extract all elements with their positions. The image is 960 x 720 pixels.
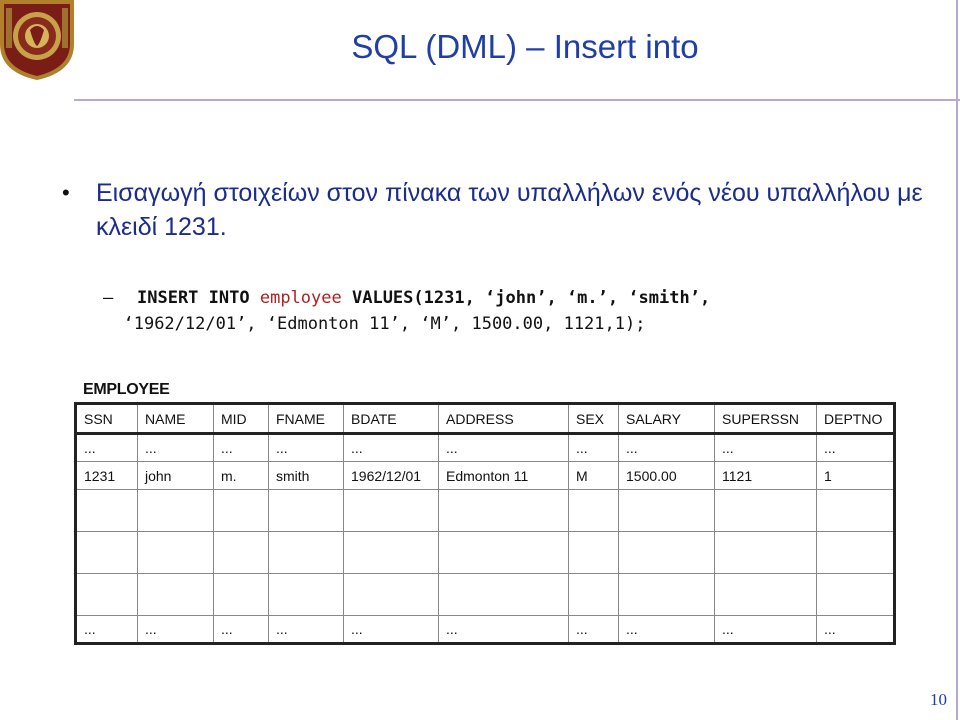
table-cell [618,573,715,616]
column-header: NAME [137,403,214,435]
column-header: SALARY [618,403,715,435]
table-cell: m. [213,461,269,490]
table-cell: ... [343,615,439,644]
table-cell [568,489,619,532]
table-cell: 1962/12/01 [343,461,439,490]
column-header: SUPERSSN [714,403,817,435]
table-cell [137,573,214,616]
table-cell: 1121 [714,461,817,490]
column-header: BDATE [343,403,439,435]
table-cell [568,531,619,574]
sql-values-line2: ‘1962/12/01’, ‘Edmonton 11’, ‘M’, 1500.0… [123,314,646,334]
table-cell [213,489,269,532]
table-cell: 1231 [75,461,138,490]
table-cell [268,531,344,574]
table-cell: ... [438,433,569,462]
table-cell [75,531,138,574]
table-row: ... ... ... ... ... ... ... ... ... ... [75,433,895,462]
table-cell [343,489,439,532]
table-cell: ... [213,433,269,462]
bullet-icon: • [62,180,70,205]
table-cell [714,489,817,532]
table-cell [438,573,569,616]
table-cell [438,489,569,532]
slide-title: SQL (DML) – Insert into [351,28,699,65]
column-header: FNAME [268,403,344,435]
table-cell [618,489,715,532]
table-cell: ... [213,615,269,644]
right-border [956,0,958,720]
table-cell [137,531,214,574]
table-cell: ... [568,433,619,462]
column-header: DEPTNO [816,403,895,435]
table-cell: M [568,461,619,490]
table-cell: ... [618,615,715,644]
page-number: 10 [930,690,947,709]
table-cell: ... [816,433,895,462]
table-cell [268,489,344,532]
sql-keyword-insert: INSERT INTO [137,288,250,308]
table-cell [268,573,344,616]
table-row-inserted: 1231 john m. smith 1962/12/01 Edmonton 1… [75,461,895,490]
sql-table-name: employee [259,288,342,308]
table-cell [816,489,895,532]
column-header: MID [213,403,269,435]
table-cell [618,531,715,574]
column-header: SSN [75,403,138,435]
table-cell [343,531,439,574]
table-cell [816,573,895,616]
table-cell [714,573,817,616]
sql-statement: – INSERT INTO employee VALUES(1231, ‘john… [103,285,943,337]
table-cell: ... [568,615,619,644]
table-cell: ... [137,433,214,462]
table-cell: ... [268,433,344,462]
table-cell: ... [714,433,817,462]
table-cell [137,489,214,532]
table-cell: john [137,461,214,490]
table-row [75,573,895,616]
sql-values-clause: VALUES(1231, ‘john’, ‘m.’, ‘smith’, [351,288,711,308]
table-cell [75,489,138,532]
table-cell: 1 [816,461,895,490]
table-cell [75,573,138,616]
bullet-text: Εισαγωγή στοιχείων στον πίνακα των υπαλλ… [96,179,923,241]
table-cell [213,573,269,616]
table-cell [213,531,269,574]
header-divider [74,99,960,101]
table-cell: ... [714,615,817,644]
table-cell: Edmonton 11 [438,461,569,490]
table-cell [438,531,569,574]
table-row [75,489,895,532]
table-cell: ... [343,433,439,462]
table-cell: ... [75,615,138,644]
table-cell: smith [268,461,344,490]
table-cell: ... [75,433,138,462]
table-cell [568,573,619,616]
table-row [75,531,895,574]
table-cell: ... [816,615,895,644]
table-cell [714,531,817,574]
employee-table: SSN NAME MID FNAME BDATE ADDRESS SEX SAL… [74,402,896,645]
table-label: EMPLOYEE [83,381,170,398]
table-row: ... ... ... ... ... ... ... ... ... ... [75,615,895,644]
table-cell [343,573,439,616]
column-header: SEX [568,403,619,435]
column-header: ADDRESS [438,403,569,435]
table-cell: ... [438,615,569,644]
table-cell: 1500.00 [618,461,715,490]
table-cell: ... [137,615,214,644]
table-header-row: SSN NAME MID FNAME BDATE ADDRESS SEX SAL… [75,403,895,435]
table-cell [816,531,895,574]
sub-bullet-dash: – [103,288,114,308]
table-cell: ... [618,433,715,462]
table-cell: ... [268,615,344,644]
